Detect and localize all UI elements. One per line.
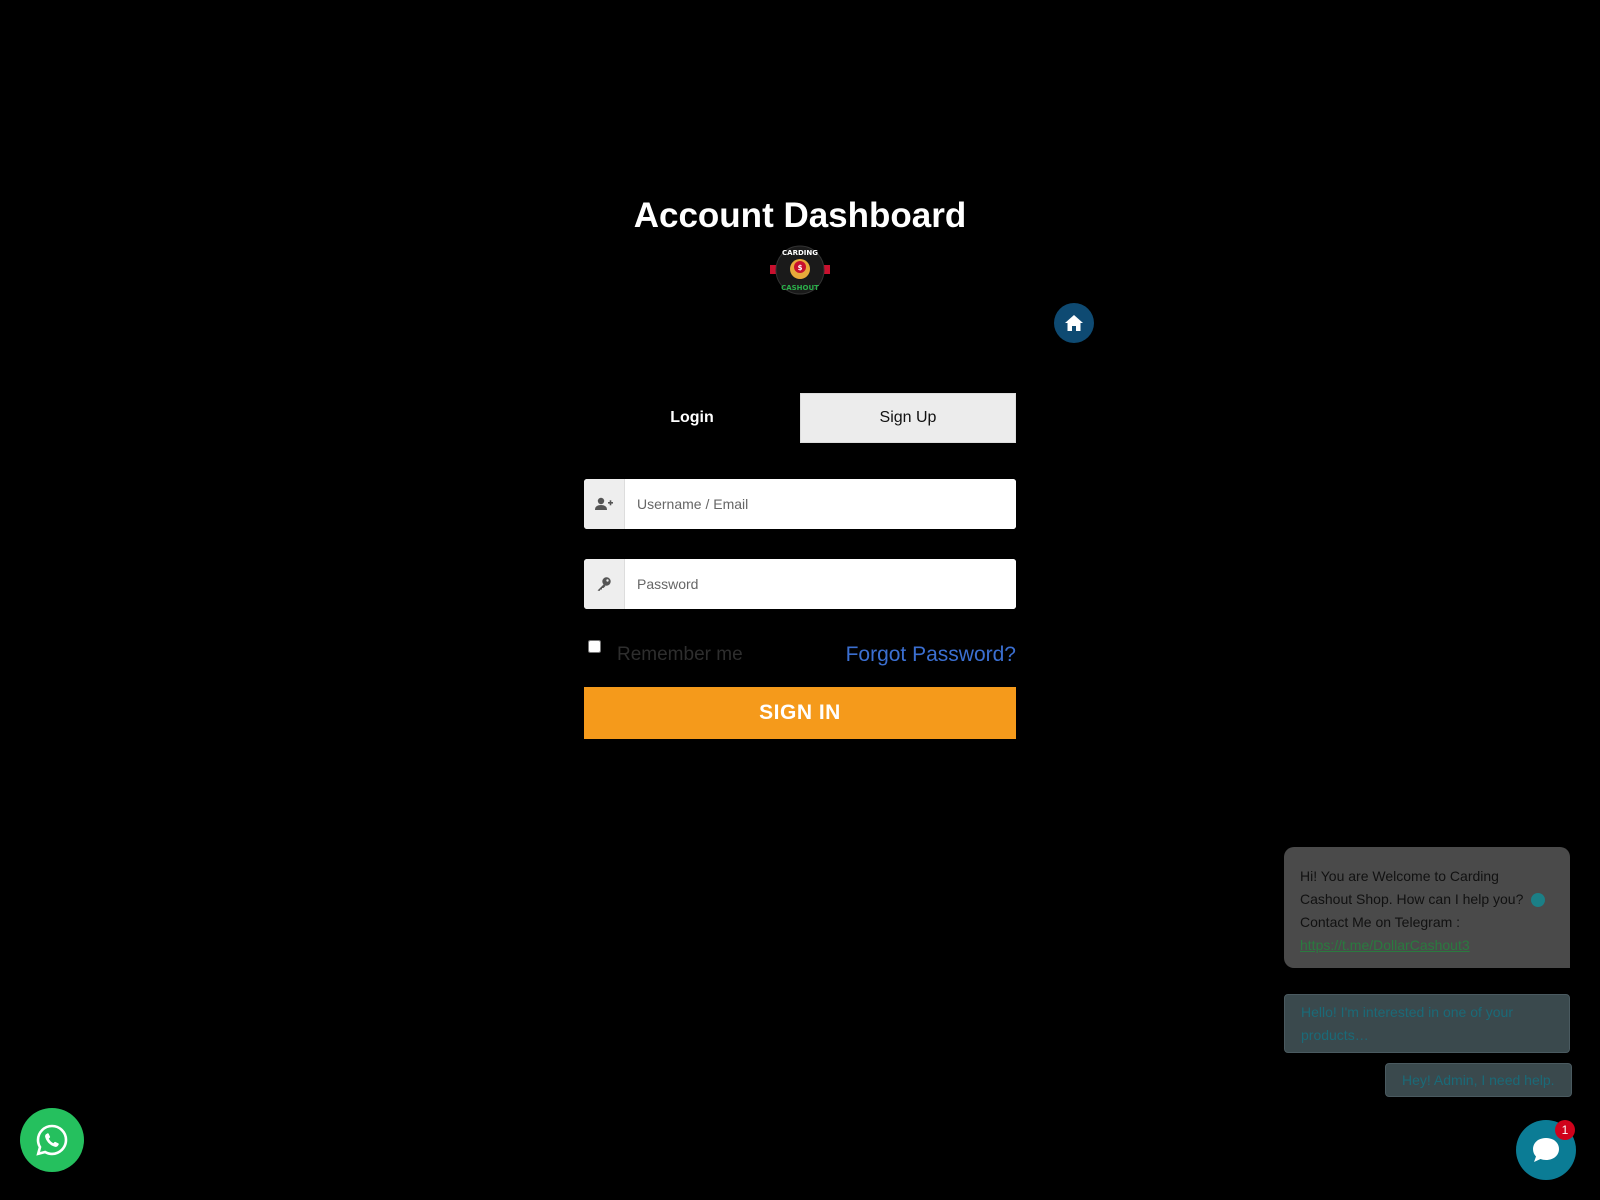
telegram-link[interactable]: https://t.me/DollarCashout3 (1300, 937, 1470, 953)
remember-me-checkbox-wrap (588, 640, 601, 653)
chat-info-icon (1531, 893, 1546, 908)
key-icon (597, 577, 611, 591)
unread-badge: 1 (1555, 1120, 1575, 1140)
chat-greeting-text: Hi! You are Welcome to Carding Cashout S… (1300, 868, 1524, 907)
password-field (584, 559, 1016, 609)
chat-telegram-label: Contact Me on Telegram : (1300, 914, 1461, 930)
sign-in-button[interactable]: SIGN IN (584, 687, 1016, 739)
password-addon (584, 559, 625, 609)
remember-me-checkbox[interactable] (588, 640, 601, 653)
username-field (584, 479, 1016, 529)
quick-reply-need-help[interactable]: Hey! Admin, I need help. (1385, 1063, 1572, 1097)
home-button[interactable] (1054, 303, 1094, 343)
user-plus-icon (595, 497, 613, 510)
chat-bubble-icon (1533, 1138, 1559, 1162)
password-input[interactable] (625, 559, 1016, 609)
username-addon (584, 479, 625, 529)
page-title: Account Dashboard (633, 196, 967, 235)
carding-cashout-logo: $ CARDING CASHOUT (770, 245, 830, 295)
whatsapp-icon (36, 1124, 68, 1156)
home-icon (1065, 315, 1083, 331)
remember-me-label: Remember me (617, 644, 743, 665)
tab-login[interactable]: Login (584, 393, 800, 443)
svg-text:$: $ (798, 264, 803, 272)
whatsapp-button[interactable] (20, 1108, 84, 1172)
tab-sign-up[interactable]: Sign Up (800, 393, 1016, 443)
chat-welcome-message: Hi! You are Welcome to Carding Cashout S… (1284, 847, 1570, 968)
quick-reply-interested[interactable]: Hello! I'm interested in one of your pro… (1284, 994, 1570, 1053)
auth-tabs: Login Sign Up (584, 393, 1016, 443)
svg-text:CASHOUT: CASHOUT (781, 284, 819, 292)
forgot-password-link[interactable]: Forgot Password? (846, 643, 1016, 667)
username-input[interactable] (625, 479, 1016, 529)
svg-text:CARDING: CARDING (782, 249, 818, 257)
